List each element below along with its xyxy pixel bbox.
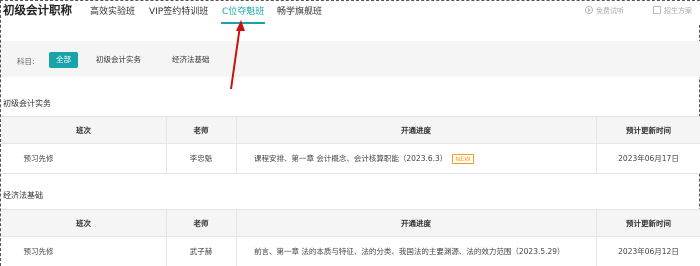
section-title-accounting: 初级会计实务: [3, 99, 51, 108]
filter-label: 科目:: [17, 57, 35, 66]
filter-chip-accounting[interactable]: 初级会计实务: [89, 52, 148, 68]
column-header-update: 预计更新时间: [626, 218, 671, 228]
class-name-cell: 预习先修: [23, 154, 54, 163]
update-date-cell: 2023年06月12日: [618, 247, 679, 256]
tab-flagship[interactable]: 畅学旗舰班: [277, 4, 322, 17]
table-header-row: 班次 老师 开通进度 预计更新时间: [1, 209, 700, 237]
progress-cell: 前言、第一章 法的本质与特征、法的分类、我国法的主要渊源、法的效力范围（2023…: [236, 237, 596, 266]
top-nav: 初级会计职称 高效实验班 VIP签约特训班 C位夺魁班 畅学旗舰班 免费试听 招…: [1, 1, 700, 25]
tab-c-position[interactable]: C位夺魁班: [222, 4, 264, 17]
progress-text: 前言、第一章 法的本质与特征、法的分类、我国法的主要渊源、法的效力范围（2023…: [254, 247, 565, 256]
column-header-class: 班次: [76, 218, 91, 228]
admission-doc-icon: [653, 6, 661, 14]
subject-filter-bar: 科目: 全部 初级会计实务 经济法基础: [1, 41, 700, 77]
tab-vip-signing[interactable]: VIP签约特训班: [149, 4, 208, 17]
teacher-cell: 李忠魁: [189, 154, 213, 163]
progress-text: 课程安排、第一章 会计概念、会计核算职能（2023.6.3）: [254, 154, 448, 163]
section-title-economic-law: 经济法基础: [3, 191, 43, 200]
class-name-cell: 预习先修: [23, 247, 54, 256]
table-row[interactable]: 预习先修 武子赫 前言、第一章 法的本质与特征、法的分类、我国法的主要渊源、法的…: [1, 237, 700, 266]
table-row[interactable]: 预习先修 李忠魁 课程安排、第一章 会计概念、会计核算职能（2023.6.3） …: [1, 144, 700, 174]
tab-efficient-experiment[interactable]: 高效实验班: [90, 4, 135, 17]
page-title: 初级会计职称: [3, 3, 72, 17]
column-header-progress: 开通进度: [401, 218, 431, 228]
update-date-cell: 2023年06月17日: [618, 154, 679, 163]
column-header-update: 预计更新时间: [626, 125, 671, 135]
progress-cell: 课程安排、第一章 会计概念、会计核算职能（2023.6.3） NEW: [236, 144, 596, 173]
teacher-cell: 武子赫: [189, 247, 213, 256]
filter-chip-all[interactable]: 全部: [49, 52, 78, 68]
admissions-label: 招生方案: [664, 7, 692, 15]
new-badge: NEW: [452, 153, 474, 164]
column-header-teacher: 老师: [193, 125, 209, 135]
column-header-progress: 开通进度: [401, 125, 431, 135]
table-header-row: 班次 老师 开通进度 预计更新时间: [1, 116, 700, 144]
active-tab-indicator: [221, 22, 265, 24]
admissions-link[interactable]: 招生方案: [653, 6, 692, 16]
free-trial-link[interactable]: 免费试听: [585, 6, 624, 16]
column-header-class: 班次: [76, 125, 91, 135]
play-circle-icon: [585, 6, 593, 14]
free-trial-label: 免费试听: [596, 7, 624, 15]
column-header-teacher: 老师: [193, 218, 209, 228]
filter-chip-economic-law[interactable]: 经济法基础: [165, 52, 217, 68]
